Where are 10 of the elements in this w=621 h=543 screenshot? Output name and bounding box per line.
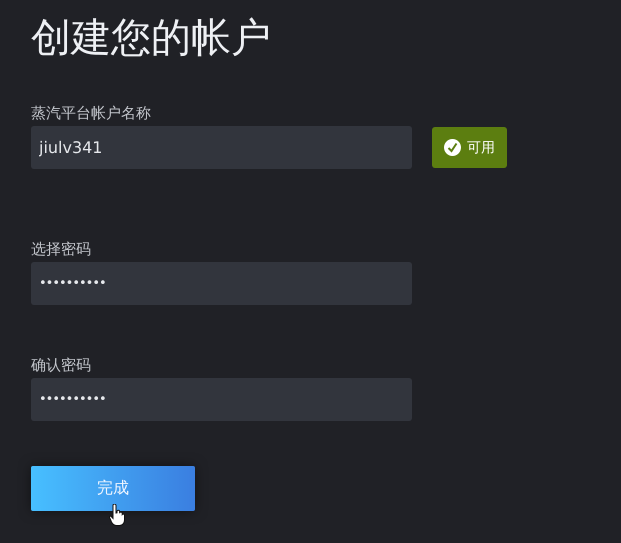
page-title: 创建您的帐户 <box>31 15 272 62</box>
check-icon <box>444 139 461 156</box>
availability-badge: 可用 <box>432 127 507 168</box>
password-field[interactable]: •••••••••• <box>31 262 412 305</box>
hand-cursor-icon <box>109 504 125 526</box>
field-label: 确认密码 <box>31 355 91 375</box>
username-field[interactable]: jiulv341 <box>31 126 412 169</box>
password-field[interactable]: •••••••••• <box>31 378 412 421</box>
field-label: 蒸汽平台帐户名称 <box>31 103 151 123</box>
field-label: 选择密码 <box>31 239 91 259</box>
